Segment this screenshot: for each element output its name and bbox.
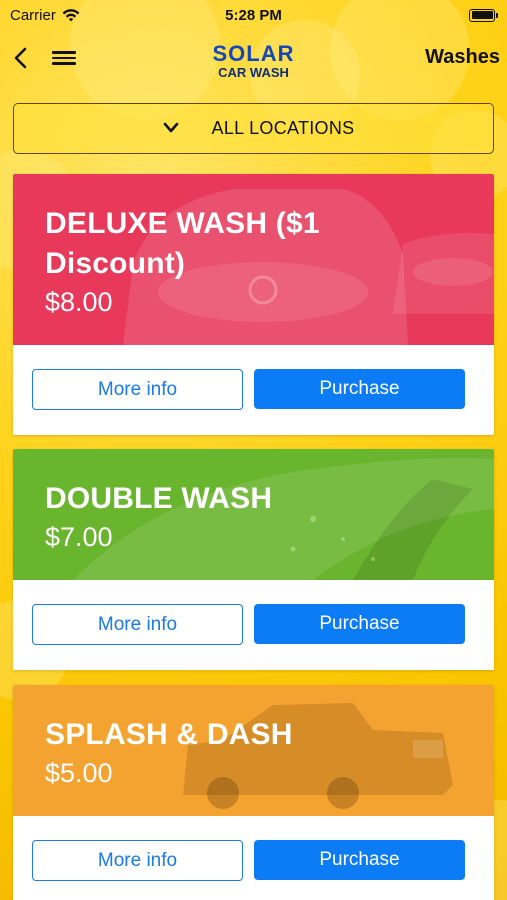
purchase-button[interactable]: Purchase <box>254 369 465 409</box>
location-label: ALL LOCATIONS <box>211 118 355 138</box>
more-info-button[interactable]: More info <box>32 840 243 881</box>
wash-price: $7.00 <box>45 522 113 552</box>
purchase-button[interactable]: Purchase <box>254 604 465 644</box>
wash-card-splash: SPLASH & DASH $5.00 More info Purchase <box>13 685 494 900</box>
wash-banner: DOUBLE WASH $7.00 <box>13 449 494 580</box>
card-actions: More info Purchase <box>13 816 494 900</box>
wash-card-double: DOUBLE WASH $7.00 More info Purchase <box>13 449 494 670</box>
status-bar: Carrier 5:28 PM <box>0 0 507 30</box>
more-info-button[interactable]: More info <box>32 369 243 410</box>
wash-banner: DELUXE WASH ($1 Discount) $8.00 <box>13 174 494 345</box>
wash-title: SPLASH & DASH <box>45 718 293 751</box>
wash-card-deluxe: DELUXE WASH ($1 Discount) $8.00 More inf… <box>13 174 494 435</box>
location-selector[interactable]: ALL LOCATIONS <box>13 103 494 154</box>
status-time: 5:28 PM <box>225 6 282 24</box>
wash-price: $8.00 <box>45 287 113 317</box>
wash-title: DELUXE WASH ($1 Discount) <box>45 207 320 280</box>
card-actions: More info Purchase <box>13 580 494 670</box>
wash-price: $5.00 <box>45 758 113 788</box>
wash-title: DOUBLE WASH <box>45 482 273 515</box>
battery-icon <box>469 8 498 22</box>
more-info-button[interactable]: More info <box>32 604 243 645</box>
card-actions: More info Purchase <box>13 345 494 435</box>
page-title: Washes <box>425 46 500 68</box>
wash-banner: SPLASH & DASH $5.00 <box>13 685 494 816</box>
purchase-button[interactable]: Purchase <box>254 840 465 880</box>
nav-bar: SOLAR CAR WASH Washes <box>0 38 507 79</box>
